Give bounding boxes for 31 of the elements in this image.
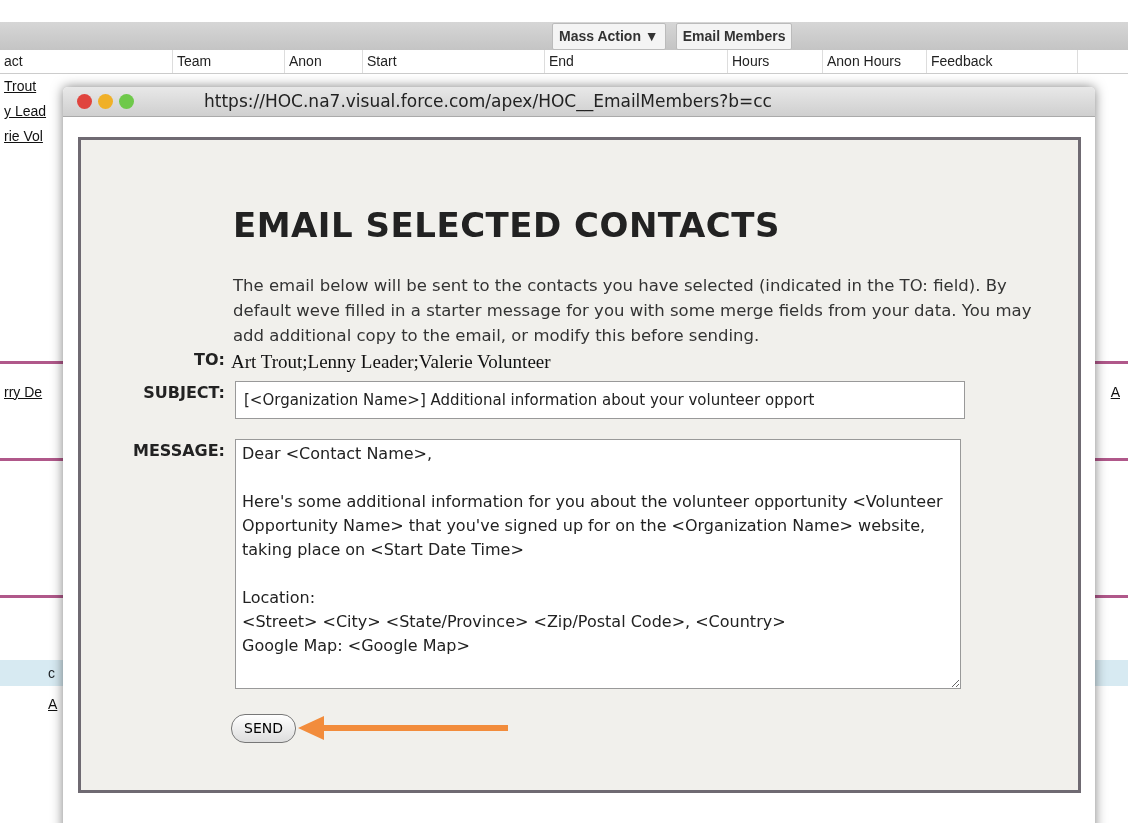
row-link[interactable]: A <box>48 693 58 715</box>
intro-paragraph: The email below will be sent to the contacts you have selected (indicated in the TO: field). By default weve filled in a starter message for you with some merge fields from your data. You may add additional copy to the email, or modify this before sending. <box>233 275 1033 347</box>
column-header: act <box>0 50 173 73</box>
minimize-icon[interactable] <box>98 94 113 109</box>
subject-field[interactable]: [<Organization Name>] Additional information about your volunteer opport <box>235 380 965 419</box>
column-header: Start <box>363 50 545 73</box>
column-header: Anon Hours <box>823 50 927 73</box>
send-button[interactable]: SEND <box>231 713 296 743</box>
recipients-text: Art Trout;Lenny Leader;Valerie Volunteer <box>231 351 551 372</box>
contact-link[interactable]: Trout <box>4 76 37 97</box>
column-header: Anon <box>285 50 363 73</box>
column-header: Hours <box>728 50 823 73</box>
table-cell-text: c <box>48 663 55 683</box>
row-link[interactable]: A <box>1110 381 1120 403</box>
toolbar-button[interactable]: Mass Action ▼ <box>552 22 666 50</box>
column-header: End <box>545 50 728 73</box>
contact-link[interactable]: rie Vol <box>4 126 43 147</box>
contact-link[interactable]: rry De <box>4 381 43 403</box>
form-heading: EMAIL SELECTED CONTACTS <box>233 204 781 247</box>
contact-link[interactable]: y Lead <box>4 101 47 122</box>
toolbar-button[interactable]: Email Members <box>675 22 793 50</box>
arrow-icon <box>298 716 510 740</box>
close-icon[interactable] <box>77 94 92 109</box>
field-label: MESSAGE: <box>131 439 225 462</box>
window-title: https://HOC.na7.visual.force.com/apex/HOC__EmailMembers?b=cc <box>204 89 772 114</box>
field-label: SUBJECT: <box>142 381 225 404</box>
column-header: Team <box>173 50 285 73</box>
message-field[interactable]: Dear <Contact Name>, Here's some additional information for you about the volunteer opportunity <Volunteer Opportunity Name> that you've signed up for on the <Organization Name> website, taking place on <Start Date Time> Location: <Street> <City> <State/Province> <Zip/Postal Code>, <Country> Google Map: <Google Map> <box>235 438 961 689</box>
column-header: Feedback <box>927 50 1078 73</box>
zoom-icon[interactable] <box>119 94 134 109</box>
field-label: TO: <box>193 349 225 371</box>
